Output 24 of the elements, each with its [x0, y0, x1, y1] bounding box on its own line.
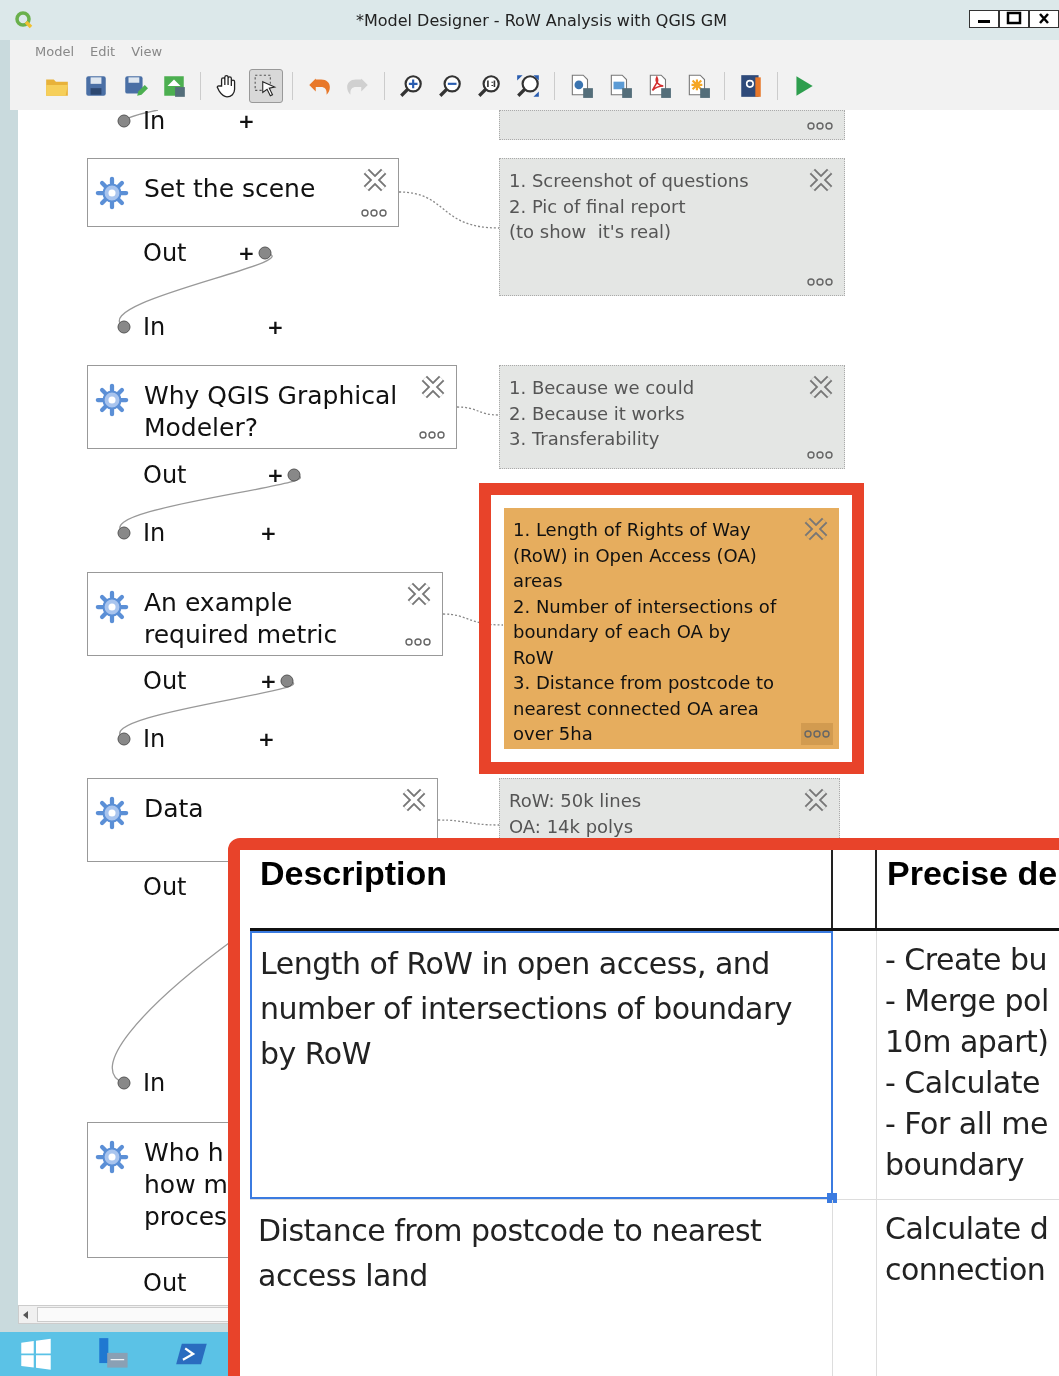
window-title: *Model Designer - RoW Analysis with QGIS GM: [355, 10, 727, 30]
algorithm-label: Set the scene: [144, 173, 316, 205]
port-label: Out: [143, 666, 187, 696]
table-cell-text: - Create bu - Merge pol 10m apart) - Calculate - For all me boundary: [884, 941, 1050, 1184]
algorithm-label: Who h how m proces: [144, 1137, 228, 1233]
comment-text: 1. Because we could 2. Because it works 3. Transferability: [509, 376, 695, 451]
port-label: Out: [143, 238, 187, 268]
algorithm-label: An example required metric: [144, 587, 338, 651]
port-label: Out: [143, 460, 187, 490]
port-label: In: [143, 1068, 166, 1098]
algorithm-label: Data: [144, 793, 204, 825]
port-label: In: [143, 518, 166, 548]
port-label: Out: [143, 872, 187, 902]
port-label: Out: [143, 1268, 187, 1298]
column-header: Precise de: [886, 853, 1059, 894]
comment-text: 1. Length of Rights of Way (RoW) in Open Access (OA) areas 2. Number of intersections of boundary of each OA by RoW 3. Distance from postcode to nearest connected OA area over 5ha: [513, 518, 777, 746]
algorithm-label: Why QGIS Graphical Modeler?: [144, 380, 398, 444]
table-cell-text: Calculate d connection: [884, 1210, 1050, 1289]
comment-text: 1. Screenshot of questions 2. Pic of final report (to show it's real): [509, 169, 749, 244]
comment-text: RoW: 50k lines OA: 14k polys: [509, 789, 642, 839]
column-header: Description: [250, 850, 833, 928]
port-label: In: [143, 110, 166, 136]
port-label: In: [143, 724, 166, 754]
port-label: In: [143, 312, 166, 342]
